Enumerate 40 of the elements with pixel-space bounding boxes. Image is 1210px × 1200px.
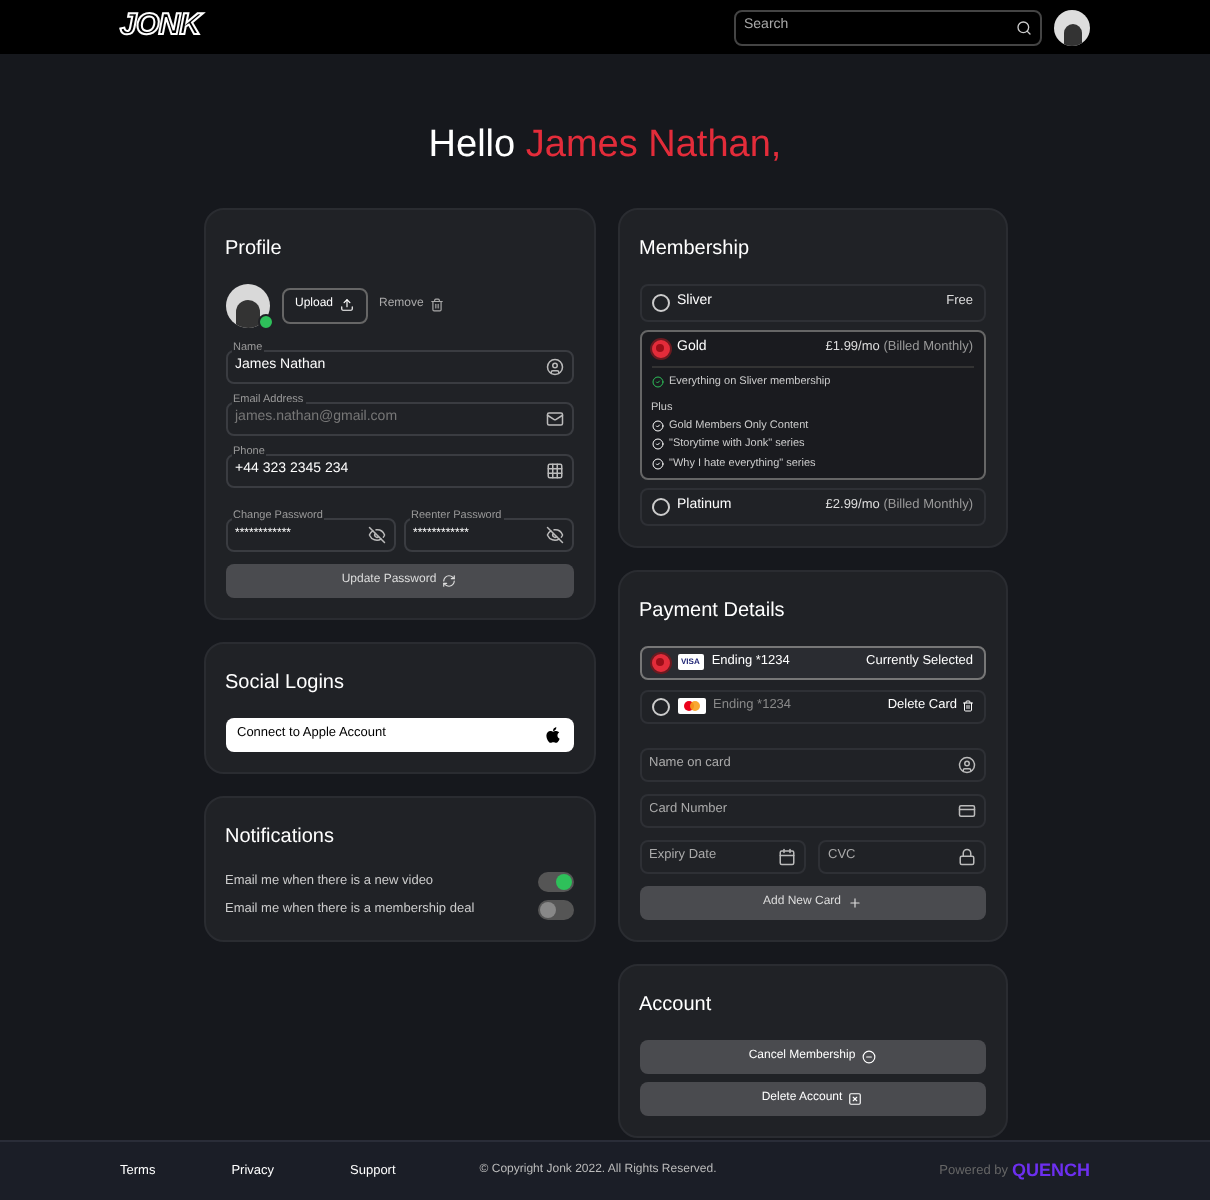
radio-button[interactable] [651,697,669,716]
close-icon [848,1091,863,1106]
eye-off-icon [367,525,385,543]
card-title: Account [639,991,714,1020]
card-icon [957,801,975,820]
dialpad-icon [545,461,563,479]
minus-icon [861,1049,876,1064]
card-title: Social Logins [225,669,346,697]
card-title: Membership [639,235,752,263]
card-brand-logo [677,698,705,715]
lock-icon [957,847,975,866]
logo[interactable]: JONK [120,4,201,50]
trash-icon [429,298,444,312]
eye-off-icon [545,525,563,543]
search-icon [1016,19,1032,35]
radio-button[interactable] [651,653,669,672]
card-title: Notifications [225,823,336,851]
avatar[interactable] [1054,9,1090,45]
toggle-switch[interactable] [537,871,573,891]
radio-button[interactable] [651,497,669,516]
trash-icon [961,700,973,713]
plus-icon [847,895,862,910]
check-icon [651,375,663,388]
card-title: Payment Details [639,597,787,626]
mail-icon [545,409,563,427]
radio-button[interactable] [651,293,669,311]
check-icon [651,420,663,433]
upload-icon [339,298,354,312]
apple-icon [543,725,561,743]
calendar-icon [778,847,796,866]
check-icon [651,438,663,451]
person-icon [957,755,975,774]
toggle-switch[interactable] [537,899,573,919]
avatar [225,283,269,327]
person-icon [545,357,563,375]
card-title: Profile [225,235,284,263]
refresh-icon [442,573,457,587]
check-icon [651,457,663,470]
greeting: Hello James Nathan, [426,122,784,170]
radio-button[interactable] [651,339,669,357]
